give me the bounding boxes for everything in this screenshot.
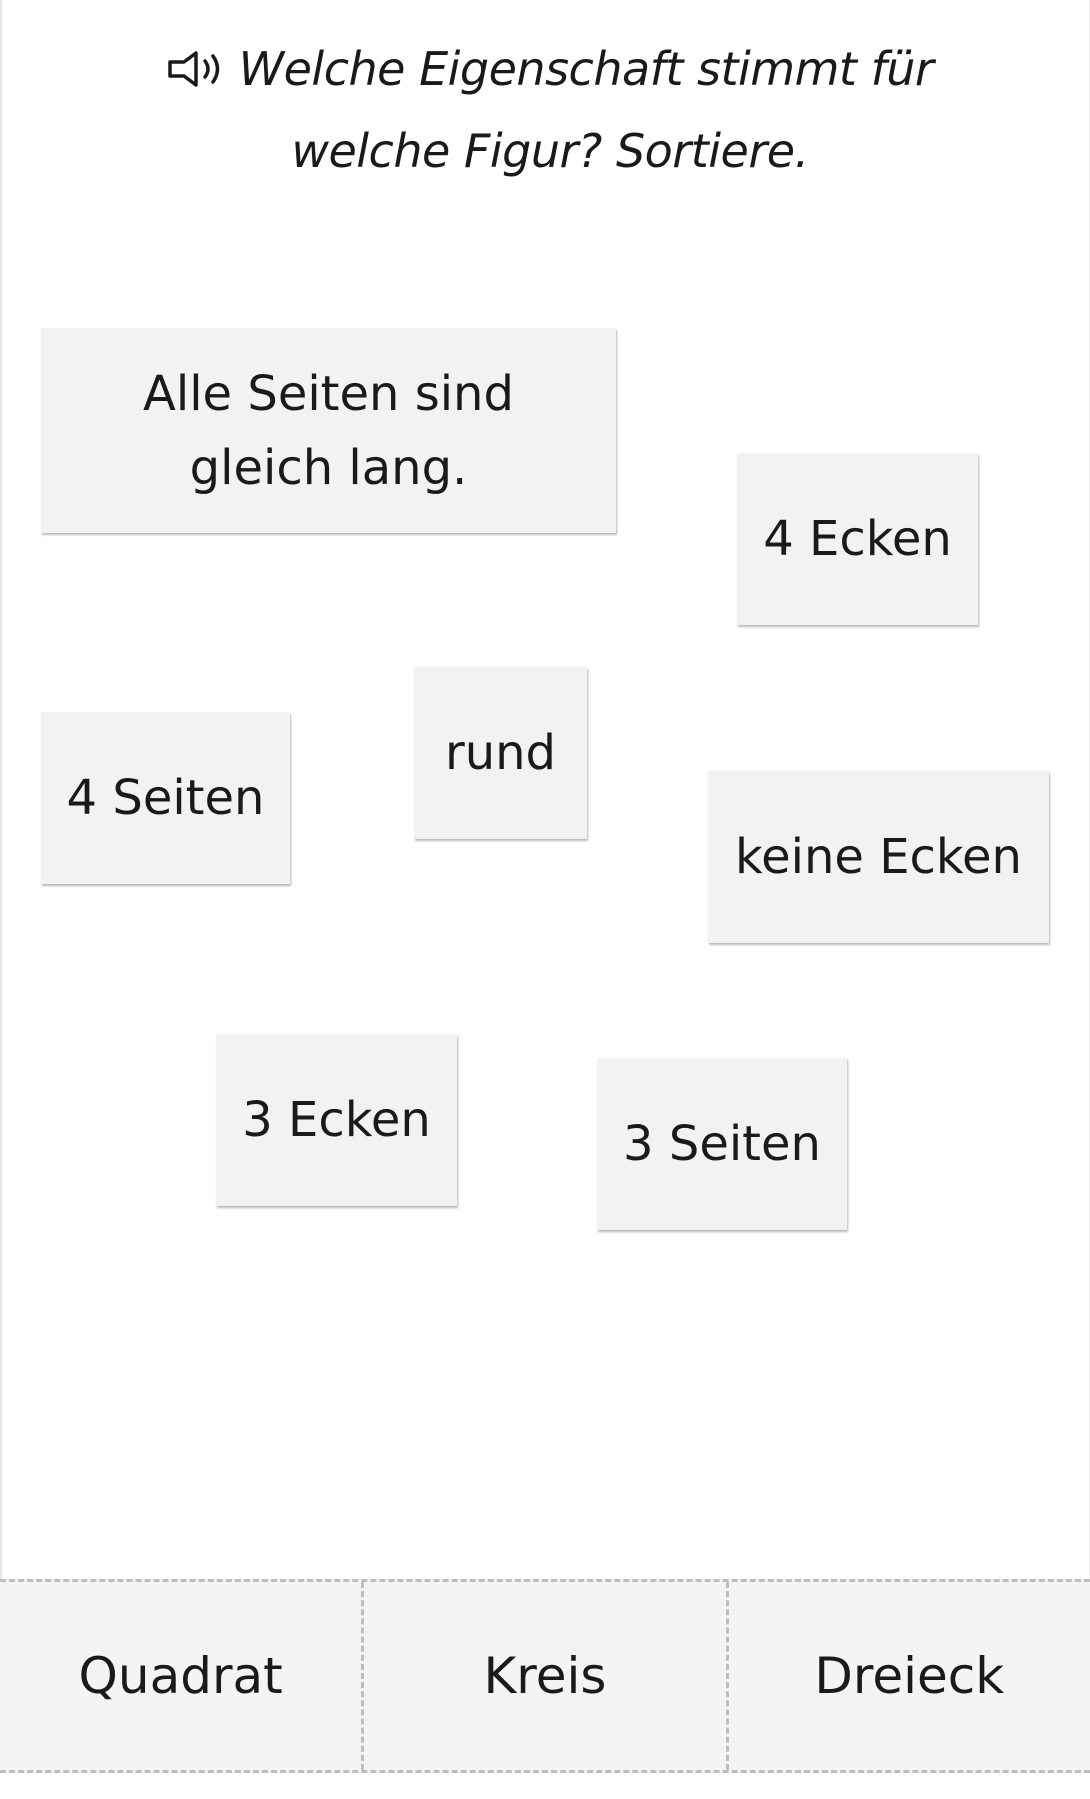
card-label: 4 Seiten: [66, 770, 265, 826]
dropzone-label: Dreieck: [814, 1647, 1005, 1705]
card-label: 3 Ecken: [242, 1092, 431, 1148]
dropzone-label: Kreis: [483, 1647, 607, 1705]
task-prompt: Welche Eigenschaft stimmt für welche Fig…: [150, 28, 950, 192]
card-label: 4 Ecken: [763, 511, 952, 567]
card-label: rund: [444, 725, 557, 781]
card-keine-ecken[interactable]: keine Ecken: [708, 771, 1049, 943]
card-rund[interactable]: rund: [414, 667, 587, 839]
card-3-ecken[interactable]: 3 Ecken: [216, 1034, 457, 1206]
dropzone-quadrat[interactable]: Quadrat: [0, 1582, 361, 1770]
dropzone-kreis[interactable]: Kreis: [361, 1582, 725, 1770]
card-4-seiten[interactable]: 4 Seiten: [41, 712, 290, 884]
card-label: 3 Seiten: [623, 1116, 821, 1172]
card-4-ecken[interactable]: 4 Ecken: [737, 453, 978, 625]
card-alle-seiten-gleich-lang[interactable]: Alle Seiten sind gleich lang.: [41, 328, 616, 533]
card-3-seiten[interactable]: 3 Seiten: [597, 1058, 847, 1230]
sort-dropzone: Quadrat Kreis Dreieck: [0, 1579, 1090, 1773]
task-header: Welche Eigenschaft stimmt für welche Fig…: [150, 28, 950, 192]
speaker-icon[interactable]: [167, 49, 229, 89]
card-label: Alle Seiten sind gleich lang.: [143, 365, 514, 496]
dropzone-dreieck[interactable]: Dreieck: [725, 1582, 1090, 1770]
left-edge-line: [0, 0, 2, 1580]
task-prompt-text: Welche Eigenschaft stimmt für welche Fig…: [238, 42, 934, 178]
card-label: keine Ecken: [735, 829, 1022, 885]
dropzone-label: Quadrat: [78, 1647, 283, 1705]
